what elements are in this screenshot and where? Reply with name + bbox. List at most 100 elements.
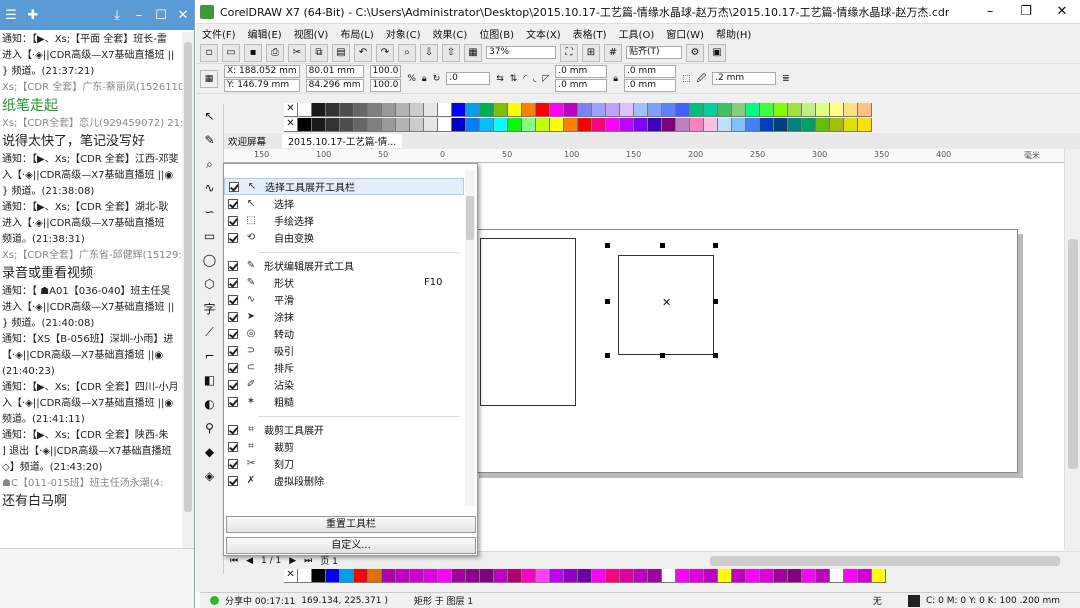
rulers-icon[interactable]: ⊞ <box>582 43 600 62</box>
color-swatch[interactable] <box>788 103 802 117</box>
export-icon[interactable]: ⇧ <box>442 43 460 62</box>
color-swatch[interactable] <box>480 569 494 583</box>
color-swatch[interactable] <box>424 103 438 117</box>
color-swatch[interactable] <box>522 103 536 117</box>
menu-item[interactable]: 视图(V) <box>288 26 335 41</box>
color-swatch[interactable] <box>774 118 788 132</box>
paste-icon[interactable]: ▤ <box>332 43 350 62</box>
menu-item[interactable]: 工具(O) <box>613 26 661 41</box>
color-swatch[interactable] <box>648 118 662 132</box>
color-swatch[interactable] <box>704 103 718 117</box>
freehand-tool-icon[interactable]: ∿ <box>196 176 223 200</box>
new-icon[interactable]: ▫ <box>200 43 218 62</box>
color-swatch[interactable] <box>382 103 396 117</box>
flyout-tool-item[interactable]: ✐ 沾染 <box>224 376 464 393</box>
color-palette-top-1[interactable]: ✕ <box>284 103 872 117</box>
color-swatch[interactable] <box>536 118 550 132</box>
color-swatch[interactable] <box>508 103 522 117</box>
horizontal-scrollbar[interactable] <box>710 555 1060 566</box>
scallop-corner-icon[interactable]: ◟ <box>533 74 537 84</box>
zoom-tool-icon[interactable]: ⌕ <box>196 152 223 176</box>
artistic-media-tool-icon[interactable]: ∽ <box>196 200 223 224</box>
color-swatch[interactable] <box>452 103 466 117</box>
color-swatch[interactable] <box>662 569 676 583</box>
position-x-field[interactable]: X: 188.052 mm <box>224 65 300 78</box>
flyout-section-header[interactable]: ✎ 形状编辑展开式工具 <box>224 257 464 274</box>
color-swatch[interactable] <box>312 118 326 132</box>
color-swatch[interactable] <box>732 569 746 583</box>
color-swatch[interactable] <box>578 569 592 583</box>
round-corner-icon[interactable]: ◜ <box>523 74 527 84</box>
color-swatch[interactable] <box>396 103 410 117</box>
checkbox[interactable] <box>228 441 238 452</box>
scale-y-field[interactable]: 100.0 <box>369 79 402 92</box>
color-swatch[interactable] <box>620 118 634 132</box>
flyout-tool-item[interactable]: ⊂ 排斥 <box>224 359 464 376</box>
flyout-tool-item[interactable]: ✗ 虚拟段删除 <box>224 472 464 489</box>
relative-scale-icon[interactable]: ⬚ <box>682 74 691 84</box>
menu-item[interactable]: 编辑(E) <box>242 26 288 41</box>
corner-radius-2-field[interactable]: .0 mm <box>555 79 608 92</box>
search-icon[interactable]: ⌕ <box>398 43 416 62</box>
color-swatch[interactable] <box>746 569 760 583</box>
color-swatch[interactable] <box>830 118 844 132</box>
corner-radius-4-field[interactable]: .0 mm <box>624 79 677 92</box>
save-icon[interactable]: ▪ <box>244 43 262 62</box>
redo-icon[interactable]: ↷ <box>376 43 394 62</box>
flyout-tool-item[interactable]: ✶ 粗糙 <box>224 393 464 410</box>
color-swatch[interactable] <box>340 569 354 583</box>
tab-document[interactable]: 2015.10.17-工艺篇-情... <box>282 134 403 148</box>
flyout-tool-item[interactable]: ⟲ 自由变换 <box>224 229 464 246</box>
color-swatch[interactable] <box>690 103 704 117</box>
color-swatch[interactable] <box>578 118 592 132</box>
menu-item[interactable]: 文件(F) <box>196 26 242 41</box>
color-swatch[interactable] <box>396 569 410 583</box>
selection-handle[interactable] <box>605 353 610 358</box>
color-swatch[interactable] <box>858 569 872 583</box>
flyout-tool-item[interactable]: ✂ 刻刀 <box>224 455 464 472</box>
full-screen-icon[interactable]: ⛶ <box>560 43 578 62</box>
color-swatch[interactable] <box>326 103 340 117</box>
menu-item[interactable]: 帮助(H) <box>710 26 757 41</box>
no-color-swatch[interactable]: ✕ <box>284 103 298 117</box>
color-swatch[interactable] <box>816 103 830 117</box>
color-swatch[interactable] <box>368 103 382 117</box>
close-button[interactable]: ✕ <box>1044 4 1080 19</box>
color-swatch[interactable] <box>746 118 760 132</box>
color-swatch[interactable] <box>396 118 410 132</box>
color-swatch[interactable] <box>802 103 816 117</box>
color-swatch[interactable] <box>340 103 354 117</box>
color-swatch[interactable] <box>718 103 732 117</box>
color-swatch[interactable] <box>298 118 312 132</box>
customize-button[interactable]: 自定义... <box>226 537 476 554</box>
scale-x-field[interactable]: 100.0 <box>369 65 402 78</box>
connector-tool-icon[interactable]: ⌐ <box>196 344 223 368</box>
color-swatch[interactable] <box>550 103 564 117</box>
color-swatch[interactable] <box>368 569 382 583</box>
color-swatch[interactable] <box>466 118 480 132</box>
color-swatch[interactable] <box>438 103 452 117</box>
color-swatch[interactable] <box>858 118 872 132</box>
selection-handle[interactable] <box>605 243 610 248</box>
menu-item[interactable]: 对象(C) <box>380 26 427 41</box>
color-swatch[interactable] <box>844 118 858 132</box>
minimize-button[interactable]: – <box>972 4 1008 19</box>
checkbox[interactable] <box>228 345 238 356</box>
selection-handle[interactable] <box>713 243 718 248</box>
color-swatch[interactable] <box>312 103 326 117</box>
color-swatch[interactable] <box>606 118 620 132</box>
color-swatch[interactable] <box>536 103 550 117</box>
parallel-dimension-tool-icon[interactable]: ⟋ <box>196 320 223 344</box>
color-swatch[interactable] <box>550 118 564 132</box>
menu-item[interactable]: 表格(T) <box>567 26 613 41</box>
color-swatch[interactable] <box>844 569 858 583</box>
color-swatch[interactable] <box>522 569 536 583</box>
flyout-tool-item[interactable]: ◎ 转动 <box>224 325 464 342</box>
color-swatch[interactable] <box>326 118 340 132</box>
transparency-tool-icon[interactable]: ◐ <box>196 392 223 416</box>
flyout-scrollbar[interactable] <box>465 170 475 506</box>
color-palette-bottom[interactable]: ✕ <box>284 569 886 583</box>
flyout-tool-item[interactable]: ↖ 选择 <box>224 195 464 212</box>
color-swatch[interactable] <box>732 118 746 132</box>
color-swatch[interactable] <box>662 118 676 132</box>
